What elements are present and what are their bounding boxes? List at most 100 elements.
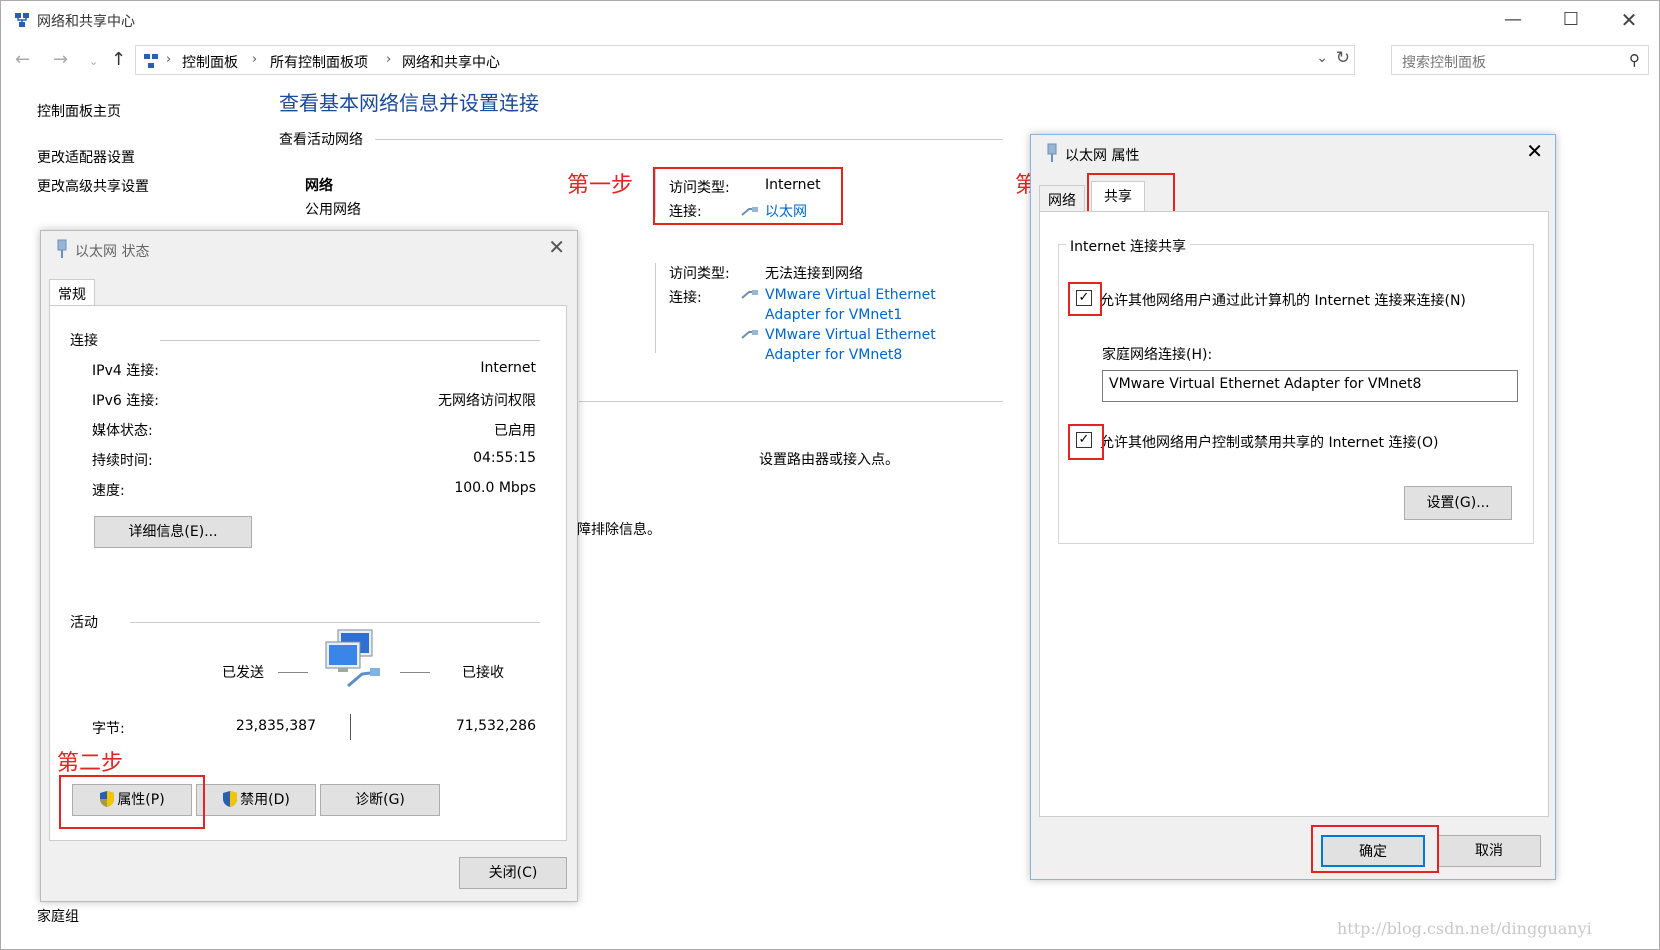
network-category-link[interactable]: 公用网络 <box>305 199 361 219</box>
connection-label: 连接: <box>669 290 702 306</box>
props-dialog-title: 以太网 属性 <box>1065 148 1140 164</box>
vmnet1-line1: VMware Virtual Ethernet <box>765 287 936 303</box>
cancel-button[interactable]: 取消 <box>1437 835 1541 867</box>
vmnet1-line2[interactable]: Adapter for VMnet1 <box>765 307 902 323</box>
recent-locations-chevron-icon[interactable]: ⌄ <box>89 55 98 68</box>
ethernet-cable-icon <box>741 290 758 299</box>
access-type-value: Internet <box>765 177 821 193</box>
search-icon[interactable]: ⚲ <box>1629 51 1640 69</box>
breadcrumb-separator-icon: › <box>252 52 258 67</box>
home-network-field[interactable]: VMware Virtual Ethernet Adapter for VMne… <box>1102 370 1518 402</box>
watermark: http://blog.csdn.net/dingguanyi <box>1337 919 1592 938</box>
media-state-value: 已启用 <box>494 423 536 439</box>
received-label: 已接收 <box>462 665 504 681</box>
breadcrumb-all-items[interactable]: 所有控制面板项 <box>270 52 368 72</box>
step1-annotation: 第一步 <box>567 173 634 198</box>
ethernet-connection-name: 以太网 <box>765 204 807 220</box>
ethernet-adapter-icon <box>1047 143 1057 162</box>
forward-arrow-icon[interactable]: → <box>53 49 68 70</box>
received-line <box>400 672 430 673</box>
control-panel-icon <box>144 54 158 68</box>
active-networks-heading: 查看活动网络 <box>279 132 363 148</box>
vmnet8-line1: VMware Virtual Ethernet <box>765 327 936 343</box>
bytes-divider <box>350 714 351 740</box>
vmnet1-connection-link[interactable]: VMware Virtual Ethernet <box>741 287 936 303</box>
disable-button[interactable]: 禁用(D) <box>196 784 316 816</box>
maximize-button[interactable]: ☐ <box>1551 7 1591 33</box>
sharing-tab-pane: Internet 连接共享 ✓ 允许其他网络用户通过此计算机的 Internet… <box>1039 211 1549 817</box>
allow-control-label: 允许其他网络用户控制或禁用共享的 Internet 连接(O) <box>1100 435 1439 451</box>
ethernet-cable-icon <box>741 207 758 216</box>
page-title: 查看基本网络信息并设置连接 <box>279 91 539 115</box>
up-arrow-icon[interactable]: ↑ <box>111 49 126 70</box>
bytes-received-value: 71,532,286 <box>455 718 536 734</box>
allow-control-checkbox[interactable]: ✓ <box>1076 432 1092 448</box>
sidebar-item-adapter-settings[interactable]: 更改适配器设置 <box>37 147 135 167</box>
title-bar: 网络和共享中心 — ☐ ✕ <box>1 1 1659 39</box>
address-row: ← → ⌄ ↑ › 控制面板 › 所有控制面板项 › 网络和共享中心 ⌄ ↻ 搜… <box>1 45 1659 75</box>
sent-line <box>278 672 308 673</box>
status-dialog-close-icon[interactable]: ✕ <box>548 235 565 259</box>
details-button[interactable]: 详细信息(E)... <box>94 516 252 548</box>
diagnose-button[interactable]: 诊断(G) <box>320 784 440 816</box>
access-type-label: 访问类型: <box>669 266 730 282</box>
connection-label: 连接: <box>669 204 702 220</box>
speed-value: 100.0 Mbps <box>454 480 536 496</box>
tab-sharing[interactable]: 共享 <box>1091 181 1145 211</box>
props-dialog-close-icon[interactable]: ✕ <box>1526 139 1543 163</box>
speed-label: 速度: <box>92 483 125 499</box>
step2-annotation: 第二步 <box>57 751 124 776</box>
sidebar-item-home[interactable]: 控制面板主页 <box>37 101 121 121</box>
breadcrumb-separator-icon: › <box>166 52 172 67</box>
back-arrow-icon[interactable]: ← <box>15 49 30 70</box>
duration-value: 04:55:15 <box>473 450 536 466</box>
access-type-value: 无法连接到网络 <box>765 266 863 282</box>
ethernet-adapter-icon <box>57 239 67 258</box>
window-title: 网络和共享中心 <box>37 14 135 30</box>
ipv6-value: 无网络访问权限 <box>438 393 536 409</box>
properties-button[interactable]: 属性(P) <box>72 784 192 816</box>
network-computers-icon <box>325 629 380 688</box>
group-divider <box>130 622 540 623</box>
general-tab-pane: 连接 IPv4 连接: Internet IPv6 连接: 无网络访问权限 媒体… <box>49 305 567 841</box>
sidebar-item-homegroup[interactable]: 家庭组 <box>37 906 79 926</box>
ipv6-label: IPv6 连接: <box>92 393 159 409</box>
ethernet-connection-link[interactable]: 以太网 <box>741 201 807 221</box>
breadcrumb-network-center[interactable]: 网络和共享中心 <box>402 52 500 72</box>
bytes-sent-value: 23,835,387 <box>235 718 316 734</box>
vmnet8-connection-link[interactable]: VMware Virtual Ethernet <box>741 327 936 343</box>
minimize-button[interactable]: — <box>1493 7 1533 33</box>
access-type-label: 访问类型: <box>669 180 730 196</box>
duration-label: 持续时间: <box>92 453 153 469</box>
bytes-label: 字节: <box>92 721 125 737</box>
network-name: 网络 <box>305 178 333 194</box>
address-bar[interactable]: › 控制面板 › 所有控制面板项 › 网络和共享中心 ⌄ ↻ <box>135 45 1355 75</box>
sidebar-item-advanced-sharing[interactable]: 更改高级共享设置 <box>37 176 149 196</box>
allow-connect-checkbox[interactable]: ✓ <box>1076 290 1092 306</box>
close-dialog-button[interactable]: 关闭(C) <box>459 857 567 889</box>
section-divider <box>579 401 1003 402</box>
ethernet-properties-dialog: 以太网 属性 ✕ 网络 共享 Internet 连接共享 ✓ 允许其他网络用户通… <box>1030 134 1556 880</box>
status-dialog-title: 以太网 状态 <box>75 244 150 260</box>
tab-network[interactable]: 网络 <box>1039 185 1085 211</box>
ipv4-value: Internet <box>480 360 536 376</box>
search-input[interactable]: 搜索控制面板 ⚲ <box>1391 45 1649 75</box>
close-button[interactable]: ✕ <box>1609 7 1649 33</box>
media-state-label: 媒体状态: <box>92 423 153 439</box>
group-divider <box>160 340 540 341</box>
vmnet8-line2[interactable]: Adapter for VMnet8 <box>765 347 902 363</box>
settings-button[interactable]: 设置(G)... <box>1404 486 1512 520</box>
connection-heading: 连接 <box>70 333 98 349</box>
ok-button[interactable]: 确定 <box>1321 835 1425 867</box>
breadcrumb-control-panel[interactable]: 控制面板 <box>182 52 238 72</box>
allow-connect-label: 允许其他网络用户通过此计算机的 Internet 连接来连接(N) <box>1100 293 1466 309</box>
section-divider <box>375 139 1003 140</box>
ics-group-title: Internet 连接共享 <box>1066 236 1191 256</box>
properties-button-label: 属性(P) <box>117 792 165 808</box>
tab-general[interactable]: 常规 <box>49 279 95 305</box>
ipv4-label: IPv4 连接: <box>92 363 159 379</box>
sent-label: 已发送 <box>222 665 264 681</box>
activity-heading: 活动 <box>70 615 98 631</box>
address-dropdown-icon[interactable]: ⌄ <box>1316 50 1328 66</box>
refresh-icon[interactable]: ↻ <box>1336 48 1350 68</box>
